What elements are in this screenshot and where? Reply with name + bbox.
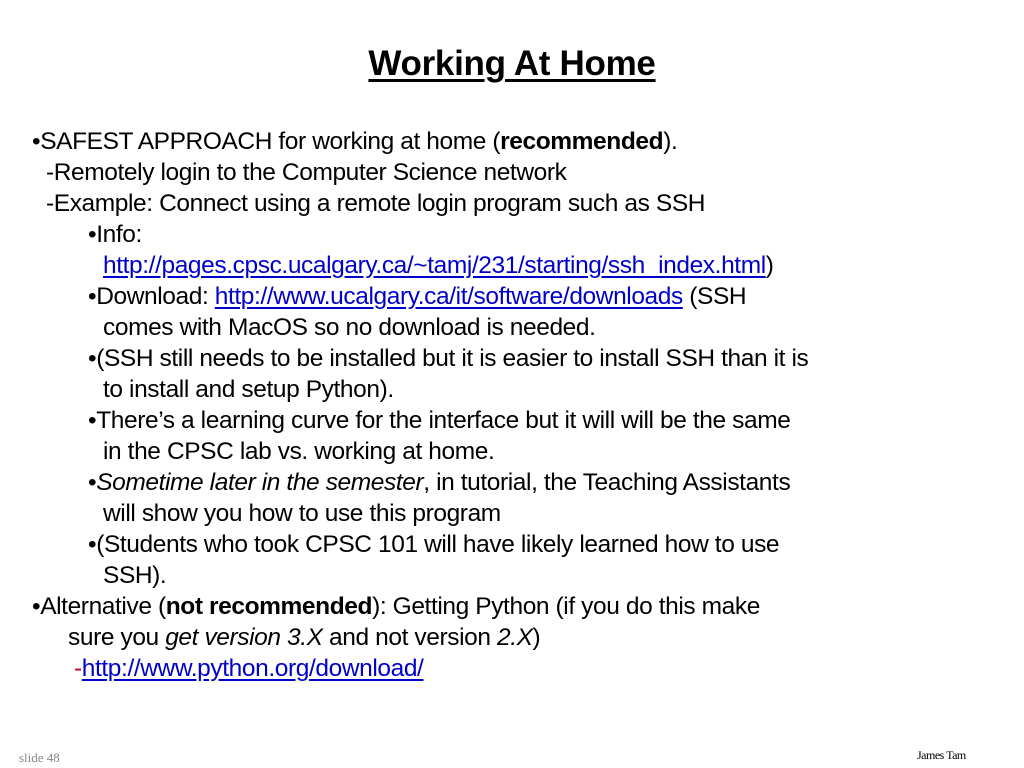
slide-title: Working At Home bbox=[368, 44, 656, 83]
ssh-info-link[interactable]: http://pages.cpsc.ucalgary.ca/~tamj/231/… bbox=[103, 252, 766, 279]
bullet-cpsc101: •(Students who took CPSC 101 will have l… bbox=[88, 531, 780, 558]
bullet-icon: • bbox=[88, 283, 97, 310]
download-continued: comes with MacOS so no download is neede… bbox=[103, 314, 596, 341]
alternative-continued: sure you get version 3.X and not version… bbox=[68, 624, 541, 651]
bullet-download: •Download: http://www.ucalgary.ca/it/sof… bbox=[88, 283, 747, 310]
learning-curve-continued: in the CPSC lab vs. working at home. bbox=[103, 438, 495, 465]
bullet-icon: • bbox=[88, 407, 97, 434]
dash-icon: - bbox=[46, 190, 54, 217]
ssh-install-continued: to install and setup Python). bbox=[103, 376, 394, 403]
ucalgary-downloads-link[interactable]: http://www.ucalgary.ca/it/software/downl… bbox=[215, 283, 683, 310]
bullet-icon: • bbox=[88, 469, 97, 496]
tutorial-continued: will show you how to use this program bbox=[103, 500, 501, 527]
bullet-icon: • bbox=[32, 593, 41, 620]
bullet-icon: • bbox=[88, 531, 97, 558]
author-name: James Tam bbox=[917, 748, 966, 762]
python-download-link[interactable]: http://www.python.org/download/ bbox=[82, 655, 424, 682]
bullet-safest-approach: •SAFEST APPROACH for working at home (re… bbox=[32, 128, 678, 155]
bullet-learning-curve: •There’s a learning curve for the interf… bbox=[88, 407, 791, 434]
sub-item-remote-login: -Remotely login to the Computer Science … bbox=[46, 159, 567, 186]
sub-item-python-download: -http://www.python.org/download/ bbox=[74, 653, 424, 684]
bullet-alternative: •Alternative (not recommended): Getting … bbox=[32, 593, 760, 620]
dash-icon: - bbox=[46, 159, 54, 186]
sub-item-example: -Example: Connect using a remote login p… bbox=[46, 190, 706, 217]
bullet-icon: • bbox=[32, 128, 41, 155]
bullet-info: •Info: bbox=[88, 221, 142, 248]
slide-number: slide 48 bbox=[19, 750, 60, 765]
bullet-icon: • bbox=[88, 345, 97, 372]
bullet-tutorial: •Sometime later in the semester, in tuto… bbox=[88, 469, 791, 496]
bullet-ssh-install: •(SSH still needs to be installed but it… bbox=[88, 345, 809, 372]
bullet-icon: • bbox=[88, 221, 97, 248]
info-link-line: http://pages.cpsc.ucalgary.ca/~tamj/231/… bbox=[103, 252, 774, 279]
cpsc101-continued: SSH). bbox=[103, 562, 167, 589]
dash-icon: - bbox=[74, 655, 82, 682]
